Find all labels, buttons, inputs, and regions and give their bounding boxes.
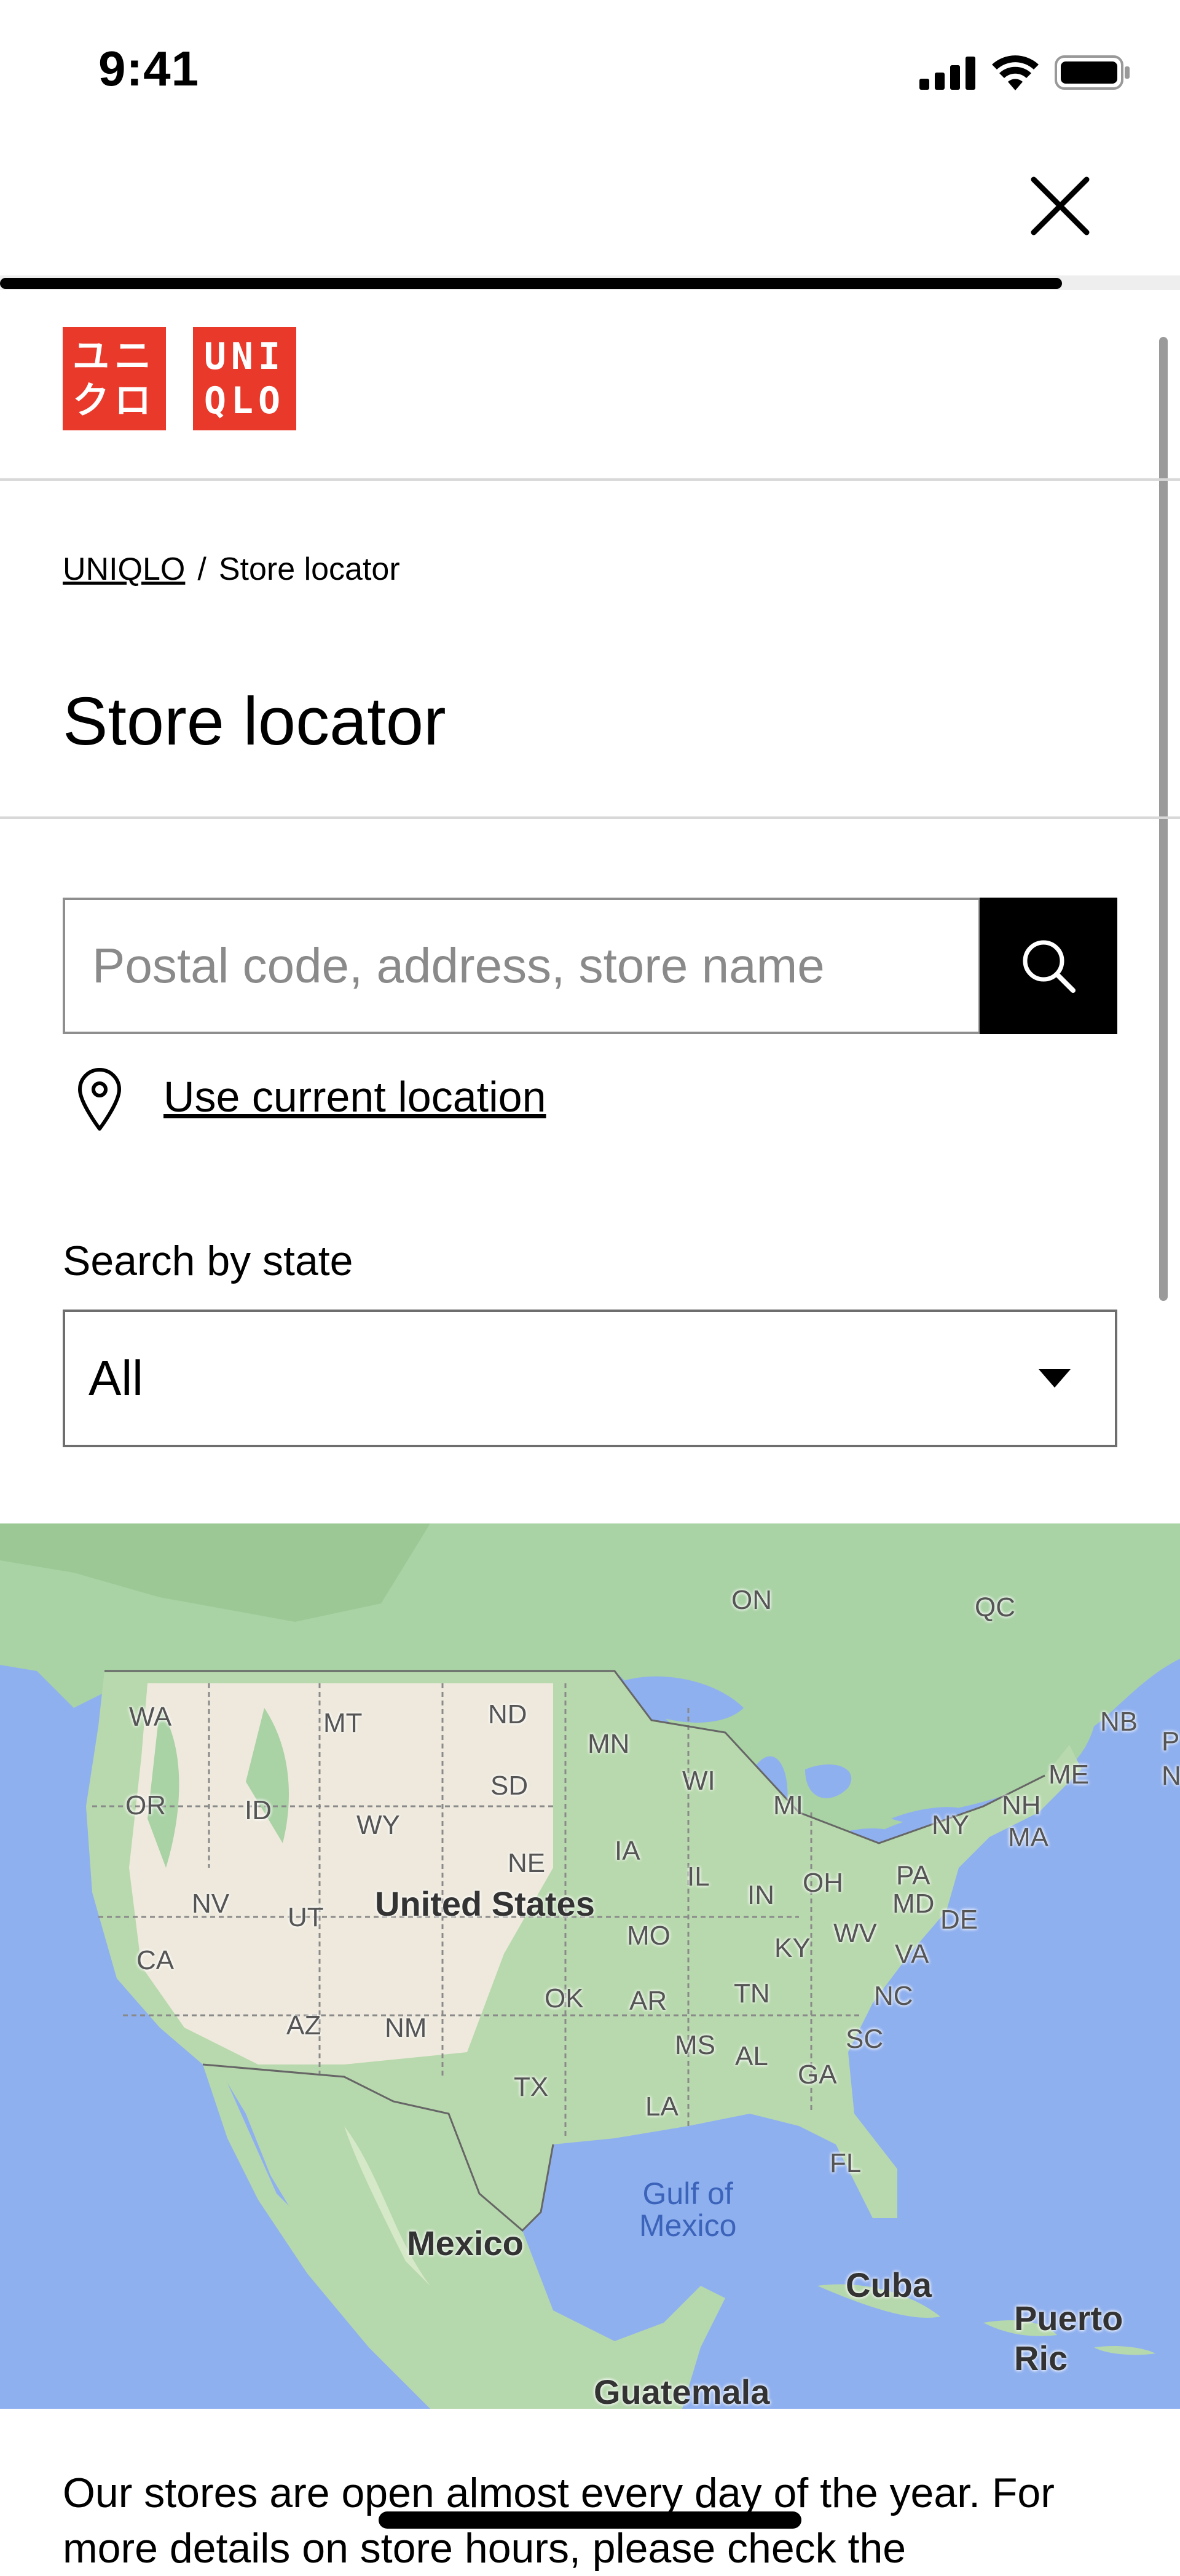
map-label-sc: SC bbox=[846, 2024, 884, 2054]
map-label-nv: NV bbox=[192, 1889, 230, 1919]
map-label-on: ON bbox=[731, 1585, 772, 1615]
map-label-ar: AR bbox=[629, 1986, 667, 2016]
status-time: 9:41 bbox=[98, 41, 200, 96]
map-label-va: VA bbox=[895, 1939, 929, 1969]
logo-katakana-line2: クロ bbox=[73, 379, 156, 422]
store-map[interactable]: ON QC NB P NS WA MT ND MN OR ID SD WI MI… bbox=[0, 1523, 1180, 2409]
modal-header bbox=[0, 141, 1180, 283]
search-input[interactable] bbox=[65, 900, 978, 1032]
status-icons bbox=[919, 54, 1131, 91]
location-pin-icon[interactable] bbox=[75, 1065, 124, 1132]
search-icon bbox=[1023, 940, 1076, 993]
use-current-location-link[interactable]: Use current location bbox=[163, 1072, 546, 1121]
state-select-value: All bbox=[88, 1351, 143, 1405]
battery-icon bbox=[1055, 55, 1130, 90]
map-label-tn: TN bbox=[734, 1978, 770, 2009]
map-label-nb: NB bbox=[1100, 1707, 1138, 1737]
map-label-ns: NS bbox=[1162, 1761, 1180, 1791]
map-label-mi: MI bbox=[773, 1790, 803, 1820]
map-label-id: ID bbox=[245, 1795, 272, 1825]
search-button[interactable] bbox=[980, 898, 1117, 1034]
close-button[interactable] bbox=[1026, 172, 1094, 240]
map-label-ky: KY bbox=[774, 1933, 811, 1963]
map-label-de: DE bbox=[940, 1905, 978, 1935]
state-select[interactable]: All bbox=[63, 1310, 1117, 1447]
map-label-la: LA bbox=[645, 2092, 678, 2122]
map-label-nm: NM bbox=[385, 2013, 427, 2043]
map-label-guatemala: Guatemala bbox=[594, 2373, 770, 2409]
breadcrumb-current: Store locator bbox=[218, 551, 400, 587]
page-title: Store locator bbox=[63, 684, 446, 759]
state-filter-label: Search by state bbox=[63, 1238, 353, 1284]
map-label-gulf-of-mexico: Gulf of Mexico bbox=[639, 2178, 736, 2242]
map-label-ia: IA bbox=[615, 1836, 640, 1866]
map-label-nd: ND bbox=[488, 1699, 527, 1729]
logo-katakana-line1: ユニ bbox=[73, 335, 156, 378]
logo-latin-tile: UNI QLO bbox=[193, 327, 296, 430]
gulf-label-line2: Mexico bbox=[639, 2208, 737, 2243]
map-label-wy: WY bbox=[356, 1810, 400, 1840]
map-label-ny: NY bbox=[932, 1810, 970, 1840]
map-label-mn: MN bbox=[588, 1729, 630, 1759]
map-base bbox=[0, 1523, 1180, 2409]
map-label-pa: PA bbox=[896, 1860, 930, 1891]
home-indicator[interactable] bbox=[379, 2511, 801, 2529]
map-label-qc: QC bbox=[975, 1592, 1015, 1622]
map-label-mexico: Mexico bbox=[407, 2224, 524, 2262]
gulf-label-line1: Gulf of bbox=[642, 2176, 733, 2211]
map-label-fl: FL bbox=[830, 2148, 862, 2178]
header-divider bbox=[0, 478, 1180, 481]
map-label-ms: MS bbox=[675, 2030, 715, 2060]
map-label-cuba: Cuba bbox=[846, 2266, 932, 2304]
map-label-p: P bbox=[1162, 1726, 1180, 1756]
map-label-ca: CA bbox=[136, 1945, 175, 1975]
map-label-ok: OK bbox=[545, 1983, 584, 2013]
map-label-ma: MA bbox=[1008, 1822, 1048, 1852]
map-label-or: OR bbox=[125, 1790, 166, 1820]
map-label-mo: MO bbox=[627, 1921, 671, 1951]
search-field[interactable] bbox=[63, 898, 981, 1034]
map-label-ut: UT bbox=[288, 1902, 324, 1932]
breadcrumb-home-link[interactable]: UNIQLO bbox=[63, 551, 185, 588]
map-label-mt: MT bbox=[323, 1708, 363, 1738]
map-label-md: MD bbox=[892, 1889, 935, 1919]
page-progress-bar bbox=[0, 278, 1062, 289]
logo-latin-line2: QLO bbox=[203, 379, 286, 422]
cellular-signal-icon bbox=[919, 57, 975, 90]
map-label-wa: WA bbox=[129, 1702, 172, 1732]
map-label-oh: OH bbox=[803, 1868, 843, 1898]
map-label-me: ME bbox=[1048, 1760, 1089, 1790]
map-label-sd: SD bbox=[490, 1771, 529, 1801]
close-icon bbox=[1031, 176, 1090, 235]
map-label-united-states: United States bbox=[375, 1884, 595, 1923]
map-label-wi: WI bbox=[682, 1766, 715, 1796]
breadcrumb-separator: / bbox=[197, 551, 206, 587]
map-label-puerto-rico: Puerto Ric bbox=[1014, 2299, 1123, 2377]
scrollbar[interactable] bbox=[1159, 337, 1168, 1301]
map-label-tx: TX bbox=[514, 2072, 549, 2102]
map-label-nh: NH bbox=[1002, 1790, 1041, 1820]
wifi-icon bbox=[992, 55, 1039, 90]
map-label-ne: NE bbox=[508, 1848, 546, 1878]
map-label-il: IL bbox=[687, 1862, 710, 1892]
logo-katakana-tile: ユニ クロ bbox=[63, 327, 166, 430]
map-label-wv: WV bbox=[833, 1918, 877, 1948]
map-label-in: IN bbox=[747, 1880, 774, 1910]
caret-down-icon bbox=[1039, 1369, 1071, 1388]
map-label-ga: GA bbox=[798, 2060, 837, 2090]
map-label-nc: NC bbox=[874, 1981, 913, 2011]
status-bar: 9:41 bbox=[0, 0, 1180, 141]
uniqlo-logo[interactable]: ユニ クロ UNI QLO bbox=[63, 327, 296, 430]
map-label-al: AL bbox=[735, 2041, 768, 2071]
logo-latin-line1: UNI bbox=[203, 335, 286, 378]
breadcrumb: UNIQLO / Store locator bbox=[63, 551, 400, 588]
title-divider bbox=[0, 816, 1180, 819]
map-label-az: AZ bbox=[286, 2010, 321, 2041]
